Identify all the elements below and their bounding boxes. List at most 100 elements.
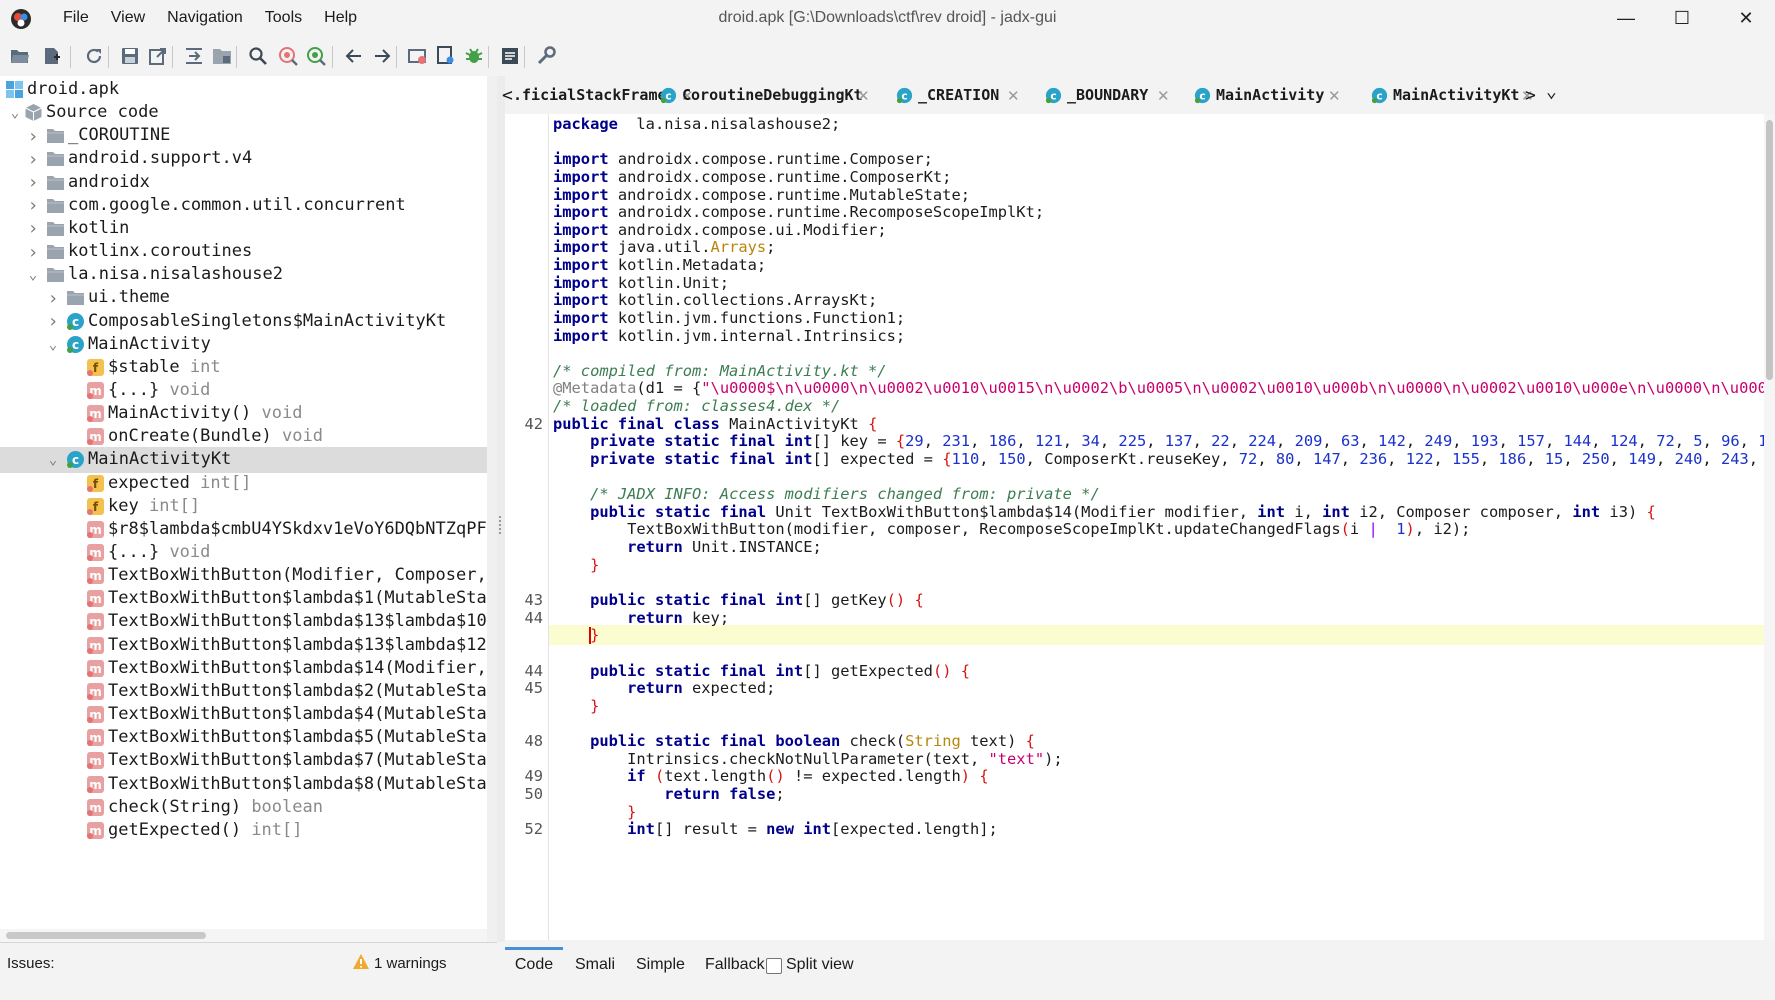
code-token: , xyxy=(970,432,989,451)
tree-node[interactable]: m TextBoxWithButton$lambda$7(MutableSta xyxy=(0,748,487,774)
split-view-checkbox[interactable] xyxy=(766,958,782,974)
export-icon[interactable] xyxy=(146,44,170,68)
tab-fallback[interactable]: Fallback xyxy=(705,950,765,980)
expand-arrow-closed-icon[interactable]: › xyxy=(26,195,40,216)
tree-horizontal-scrollbar[interactable] xyxy=(0,929,487,942)
panel-splitter[interactable] xyxy=(497,76,505,942)
expand-arrow-closed-icon[interactable]: › xyxy=(26,172,40,193)
open-file-icon[interactable] xyxy=(8,44,32,68)
tab-smali[interactable]: Smali xyxy=(575,950,615,980)
tree-node[interactable]: ⌄ Source code xyxy=(0,100,487,126)
debugger-icon[interactable] xyxy=(462,44,486,68)
maximize-button[interactable]: ☐ xyxy=(1654,0,1710,36)
editor-tab[interactable]: c MainActivityKt ✕ xyxy=(1363,76,1534,117)
tree-node[interactable]: m TextBoxWithButton$lambda$4(MutableSta xyxy=(0,702,487,728)
tree-node[interactable]: › kotlin xyxy=(0,216,487,242)
tree-node[interactable]: droid.apk xyxy=(0,77,487,103)
tree-node[interactable]: m $r8$lambda$cmbU4YSkdxv1eVoY6DQbNTZqPF xyxy=(0,517,487,543)
back-icon[interactable] xyxy=(342,44,366,68)
tree-node[interactable]: › ui.theme xyxy=(0,285,487,311)
expand-arrow-closed-icon[interactable]: › xyxy=(46,311,60,332)
scrollbar-thumb[interactable] xyxy=(6,932,206,939)
tree-node[interactable]: m TextBoxWithButton$lambda$14(Modifier, xyxy=(0,656,487,682)
tree-node[interactable]: m TextBoxWithButton$lambda$8(MutableSta xyxy=(0,772,487,798)
tree-node[interactable]: m {...} void xyxy=(0,540,487,566)
expand-arrow-closed-icon[interactable]: › xyxy=(26,218,40,239)
tree-node[interactable]: f expected int[] xyxy=(0,471,487,497)
tree-node[interactable]: ⌄ c MainActivity xyxy=(0,332,487,358)
tab-code[interactable]: Code xyxy=(505,947,563,980)
split-view-label[interactable]: Split view xyxy=(786,950,854,980)
tree-node[interactable]: m onCreate(Bundle) void xyxy=(0,424,487,450)
tree-node[interactable]: f key int[] xyxy=(0,494,487,520)
tree-node[interactable]: m TextBoxWithButton$lambda$5(MutableSta xyxy=(0,725,487,751)
tree-node[interactable]: m check(String) boolean xyxy=(0,795,487,821)
tree-node[interactable]: › c ComposableSingletons$MainActivityKt xyxy=(0,309,487,335)
tree-node[interactable]: f $stable int xyxy=(0,355,487,381)
menu-tools[interactable]: Tools xyxy=(254,0,313,36)
sync-tree-icon[interactable] xyxy=(182,44,206,68)
expand-arrow-closed-icon[interactable]: › xyxy=(26,126,40,147)
code-vertical-scrollbar[interactable] xyxy=(1764,114,1775,940)
tree-node[interactable]: › _COROUTINE xyxy=(0,123,487,149)
tree-node[interactable]: ⌄ c MainActivityKt xyxy=(0,447,487,474)
tree-node[interactable]: m TextBoxWithButton$lambda$1(MutableSta xyxy=(0,586,487,612)
flatten-packages-icon[interactable] xyxy=(210,44,234,68)
close-tab-icon[interactable]: ✕ xyxy=(1328,87,1341,105)
tree-node[interactable]: m {...} void xyxy=(0,378,487,404)
code-editor[interactable]: 42 43 44 44 45 48 49 50 52 package la.nisa.nisal… xyxy=(505,114,1775,940)
close-window-button[interactable]: ✕ xyxy=(1718,0,1774,36)
forward-icon[interactable] xyxy=(370,44,394,68)
close-tab-icon[interactable]: ✕ xyxy=(857,87,870,105)
tab-simple[interactable]: Simple xyxy=(636,950,685,980)
editor-tab[interactable]: c _CREATION ✕ xyxy=(893,76,1021,114)
tree-node[interactable]: m TextBoxWithButton(Modifier, Composer, xyxy=(0,563,487,589)
add-files-icon[interactable] xyxy=(40,44,64,68)
deobfuscation-icon[interactable] xyxy=(406,44,430,68)
close-tab-icon[interactable]: ✕ xyxy=(1157,87,1170,105)
tabs-scroll-right-button[interactable]: > xyxy=(1525,76,1536,114)
preferences-icon[interactable] xyxy=(534,44,558,68)
expand-arrow-closed-icon[interactable]: › xyxy=(26,242,40,263)
menu-navigation[interactable]: Navigation xyxy=(156,0,254,36)
project-tree[interactable]: droid.apk ⌄ Source code › _COROUTINE › android… xyxy=(0,76,487,942)
minimize-button[interactable]: — xyxy=(1598,0,1654,36)
expand-arrow-open-icon[interactable]: ⌄ xyxy=(26,267,40,283)
scrollbar-thumb[interactable] xyxy=(1766,120,1773,380)
expand-arrow-open-icon[interactable]: ⌄ xyxy=(8,105,22,121)
log-viewer-icon[interactable] xyxy=(498,44,522,68)
menu-file[interactable]: File xyxy=(52,0,100,36)
menu-view[interactable]: View xyxy=(100,0,156,36)
tabs-dropdown-button[interactable]: ⌄ xyxy=(1546,72,1557,110)
find-usage-icon[interactable] xyxy=(304,44,328,68)
reload-icon[interactable] xyxy=(82,44,106,68)
warnings-count[interactable]: 1 warnings xyxy=(374,955,447,972)
save-all-icon[interactable] xyxy=(118,44,142,68)
tree-node[interactable]: m getExpected() int[] xyxy=(0,818,487,844)
close-tab-icon[interactable]: ✕ xyxy=(1007,87,1020,105)
menu-help[interactable]: Help xyxy=(313,0,368,36)
tree-node[interactable]: m MainActivity() void xyxy=(0,401,487,427)
quark-icon[interactable] xyxy=(434,44,458,68)
tree-vertical-scrollbar[interactable] xyxy=(487,76,497,942)
expand-arrow-open-icon[interactable]: ⌄ xyxy=(46,337,60,353)
tree-node[interactable]: m TextBoxWithButton$lambda$13$lambda$12 xyxy=(0,633,487,659)
editor-tab-label: .ficialStackFrames xyxy=(513,86,676,104)
tree-node[interactable]: › androidx xyxy=(0,170,487,196)
tree-node[interactable]: m TextBoxWithButton$lambda$13$lambda$10 xyxy=(0,609,487,635)
expand-arrow-closed-icon[interactable]: › xyxy=(46,288,60,309)
tree-node[interactable]: m TextBoxWithButton$lambda$2(MutableSta xyxy=(0,679,487,705)
expand-arrow-open-icon[interactable]: ⌄ xyxy=(46,452,60,468)
expand-arrow-closed-icon[interactable]: › xyxy=(26,149,40,170)
editor-tab[interactable]: c MainActivity ✕ xyxy=(1191,76,1342,114)
tree-node[interactable]: › com.google.common.util.concurrent xyxy=(0,193,487,219)
tree-node[interactable]: › kotlinx.coroutines xyxy=(0,239,487,265)
editor-tab[interactable]: c CoroutineDebuggingKt ✕ xyxy=(657,76,871,114)
tree-node[interactable]: ⌄ la.nisa.nisalashouse2 xyxy=(0,262,487,288)
tree-node[interactable]: › android.support.v4 xyxy=(0,146,487,172)
code-token: ( xyxy=(1340,520,1350,539)
code-token: ; xyxy=(766,238,776,257)
find-class-icon[interactable] xyxy=(276,44,300,68)
editor-tab[interactable]: c _BOUNDARY ✕ xyxy=(1042,76,1171,114)
search-icon[interactable] xyxy=(246,44,270,68)
